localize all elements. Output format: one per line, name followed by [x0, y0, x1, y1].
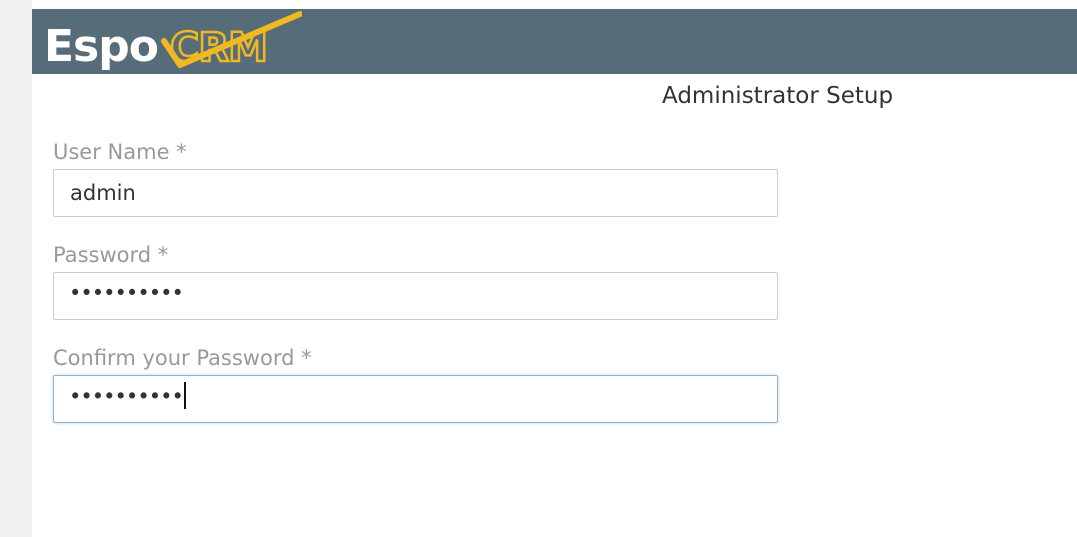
- top-strip: [32, 0, 1077, 9]
- username-value: admin: [70, 181, 136, 205]
- confirm-password-masked-value: ••••••••••: [69, 384, 184, 409]
- password-label: Password *: [53, 243, 169, 267]
- password-masked-value: ••••••••••: [69, 281, 184, 305]
- confirm-password-label: Confirm your Password *: [53, 346, 312, 370]
- confirm-password-value-wrap: ••••••••••: [69, 382, 186, 411]
- page-title: Administrator Setup: [662, 83, 894, 109]
- username-label: User Name *: [53, 140, 187, 164]
- confirm-password-input[interactable]: ••••••••••: [53, 375, 778, 423]
- app-header: Espo CRM: [32, 9, 1077, 74]
- password-input[interactable]: ••••••••••: [53, 272, 778, 320]
- text-caret: [183, 382, 186, 409]
- svg-text:Espo: Espo: [44, 21, 158, 71]
- setup-page: Espo CRM Administrator Setup User Name *…: [32, 0, 1077, 537]
- espocrm-logo: Espo CRM: [44, 11, 302, 71]
- username-input[interactable]: admin: [53, 169, 778, 217]
